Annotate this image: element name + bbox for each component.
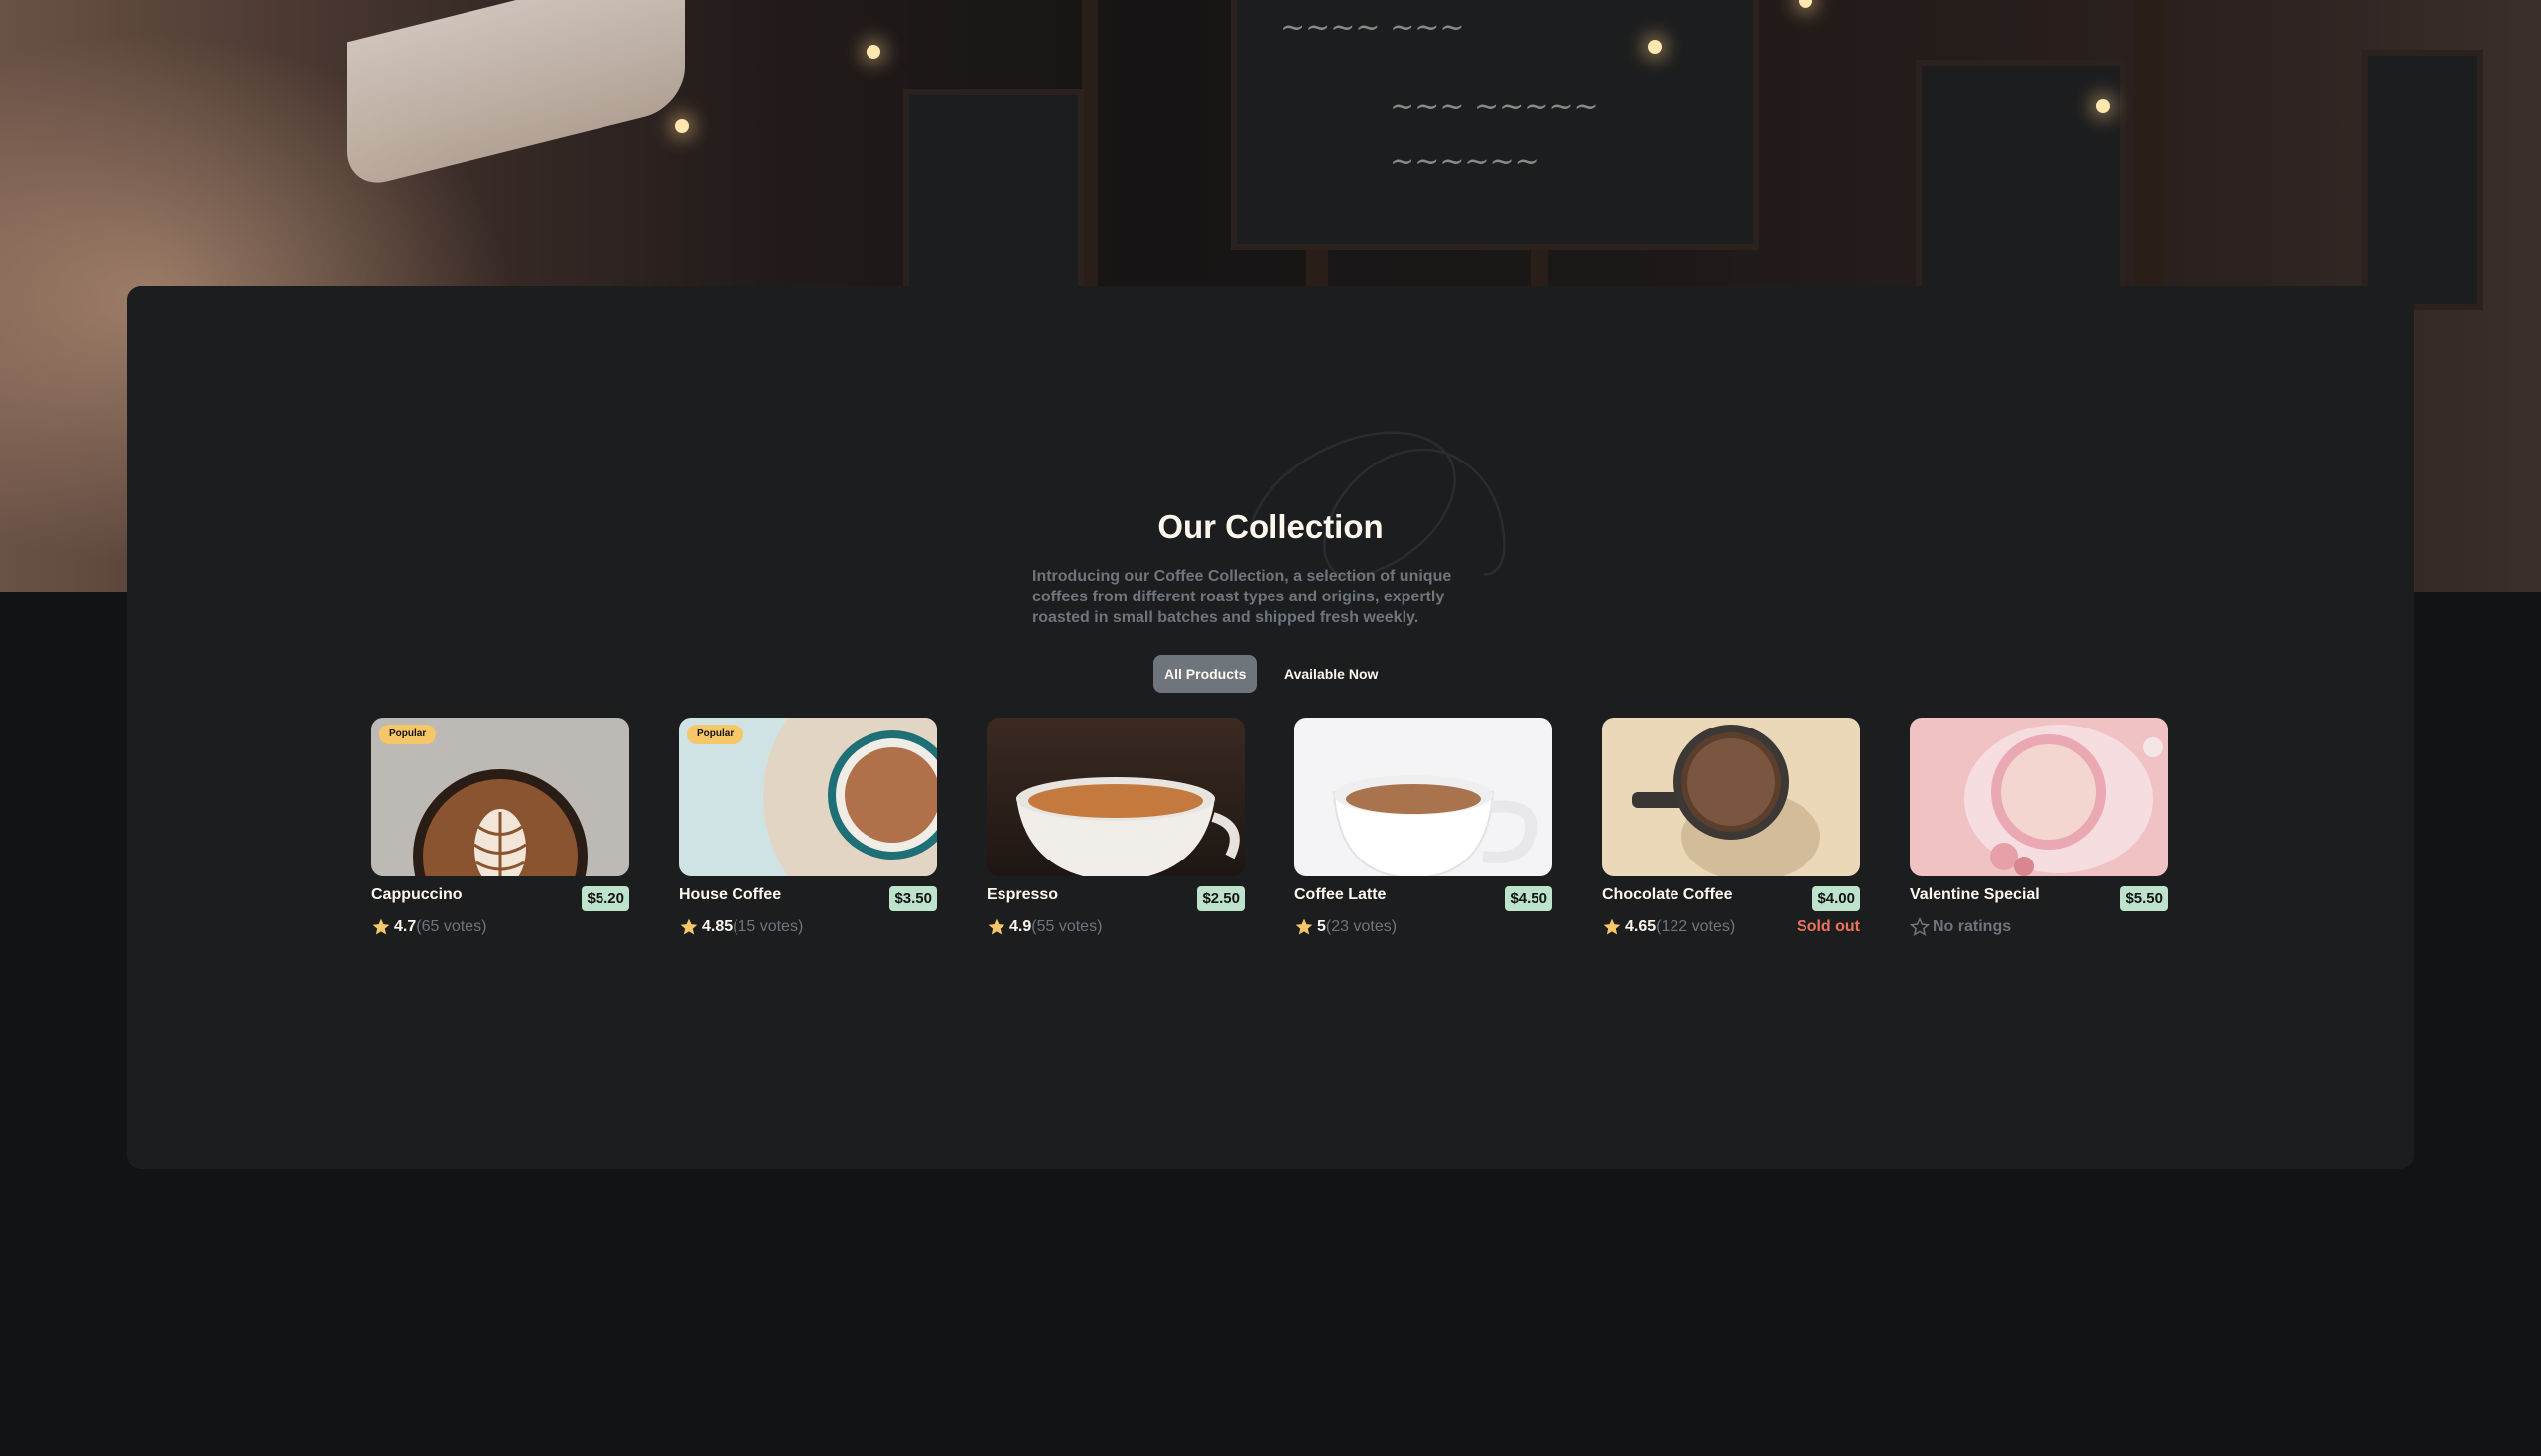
chalk-scribble: ~~~ ~~~~~ <box>1390 89 1599 124</box>
product-card[interactable]: Espresso $2.50 4.9 (55 votes) <box>987 718 1245 946</box>
product-name: House Coffee <box>679 886 782 903</box>
product-rating: No ratings <box>1910 916 2011 938</box>
filter-available-now-button[interactable]: Available Now <box>1273 655 1389 693</box>
ceiling-lamp <box>1648 40 1662 54</box>
no-ratings-label: No ratings <box>1933 918 2012 935</box>
filter-tabs: All Products Available Now <box>0 655 2541 693</box>
espresso-cup-image <box>987 718 1245 876</box>
rating-value: 4.7 <box>394 918 417 935</box>
decorative-swirl-icon <box>1249 431 1506 578</box>
vote-count: (55 votes) <box>1031 918 1103 935</box>
page-title: Our Collection <box>1157 508 1384 545</box>
product-rating: 5 (23 votes) <box>1294 916 1397 938</box>
latte-cup-image <box>1294 718 1552 876</box>
rating-value: 4.85 <box>702 918 734 935</box>
sold-out-label: Sold out <box>1797 918 1860 935</box>
product-name: Coffee Latte <box>1294 886 1387 903</box>
product-card[interactable]: Valentine Special $5.50 No ratings <box>1910 718 2168 946</box>
product-card[interactable]: Coffee Latte $4.50 5 (23 votes) <box>1294 718 1552 946</box>
vote-count: (23 votes) <box>1325 918 1398 935</box>
popular-badge: Popular <box>379 725 437 744</box>
filter-all-products-button[interactable]: All Products <box>1153 655 1258 693</box>
price-tag: $4.50 <box>1505 886 1552 911</box>
price-tag: $2.50 <box>1197 886 1245 911</box>
vote-count: (122 votes) <box>1656 918 1736 935</box>
star-outline-icon <box>1910 917 1930 937</box>
chocolate-coffee-mug-image <box>1602 718 1860 876</box>
price-tag: $4.00 <box>1812 886 1860 911</box>
product-name: Cappuccino <box>371 886 463 903</box>
ceiling-lamp <box>2096 99 2110 113</box>
ceiling-lamp <box>1799 0 1812 8</box>
product-rating: 4.7 (65 votes) <box>371 916 486 938</box>
chalkboard-menu <box>1916 60 2126 310</box>
product-card[interactable]: Chocolate Coffee $4.00 4.65 (122 votes) … <box>1602 718 1860 946</box>
valentine-pink-latte-image <box>1910 718 2168 876</box>
cafe-awning-graphic <box>347 0 685 192</box>
star-filled-icon <box>372 918 390 935</box>
product-name: Espresso <box>987 886 1059 903</box>
product-card[interactable]: Popular House Coffee $3.50 4.85 (15 vote… <box>679 718 937 946</box>
rating-value: 4.9 <box>1009 918 1032 935</box>
ceiling-lamp <box>675 119 689 133</box>
star-filled-icon <box>988 918 1005 935</box>
wood-beam <box>2134 0 2164 298</box>
vote-count: (15 votes) <box>733 918 804 935</box>
popular-badge: Popular <box>687 725 744 744</box>
product-rating: 4.9 (55 votes) <box>987 916 1102 938</box>
product-name: Chocolate Coffee <box>1602 886 1733 903</box>
product-card[interactable]: Popular Cappuccino $5.20 4.7 (65 votes) <box>371 718 629 946</box>
product-name: Valentine Special <box>1910 886 2040 903</box>
wood-beam <box>1082 0 1098 298</box>
product-rating: 4.85 (15 votes) <box>679 916 803 938</box>
chalk-scribble: ~~~~ ~~~ <box>1280 10 1465 45</box>
star-filled-icon <box>680 918 698 935</box>
collection-description: Introducing our Coffee Collection, a sel… <box>1032 568 1452 626</box>
ceiling-lamp <box>867 45 880 59</box>
price-tag: $5.20 <box>582 886 629 911</box>
product-rating: 4.65 (122 votes) <box>1602 916 1735 938</box>
star-filled-icon <box>1295 918 1313 935</box>
rating-value: 5 <box>1317 918 1326 935</box>
price-tag: $3.50 <box>889 886 937 911</box>
chalkboard-menu <box>2362 50 2483 310</box>
vote-count: (65 votes) <box>416 918 487 935</box>
chalk-scribble: ~~~~~~ <box>1390 144 1539 179</box>
chalkboard-menu <box>903 89 1084 300</box>
rating-value: 4.65 <box>1625 918 1657 935</box>
star-filled-icon <box>1603 918 1621 935</box>
price-tag: $5.50 <box>2120 886 2168 911</box>
